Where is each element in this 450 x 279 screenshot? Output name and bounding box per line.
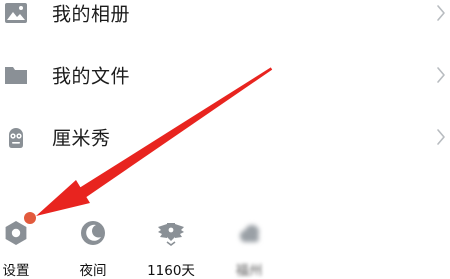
wings-badge-icon xyxy=(158,223,184,246)
settings-button[interactable]: 设置 xyxy=(0,212,46,279)
menu-item-label: 我的文件 xyxy=(52,65,131,88)
days-label: 1160天 xyxy=(147,263,195,279)
menu-item-label: 厘米秀 xyxy=(52,127,111,150)
moon-icon xyxy=(81,221,105,245)
settings-label: 设置 xyxy=(2,263,30,279)
notification-dot xyxy=(24,212,36,224)
menu-item-album[interactable]: 我的相册 xyxy=(0,0,450,43)
weather-label: 福州 xyxy=(235,263,263,279)
image-icon xyxy=(5,3,27,23)
night-mode-label: 夜间 xyxy=(79,263,107,279)
bottom-toolbar: 设置 夜间 1160天 福州 xyxy=(0,212,450,279)
menu-item-label: 我的相册 xyxy=(52,3,131,26)
days-badge-button[interactable]: 1160天 xyxy=(141,212,201,279)
menu-item-files[interactable]: 我的文件 xyxy=(0,45,450,105)
chevron-right-icon xyxy=(437,67,445,83)
menu-item-qq-show[interactable]: 厘米秀 xyxy=(0,107,450,167)
qq-show-icon xyxy=(9,128,23,148)
chevron-right-icon xyxy=(437,5,445,21)
weather-icon xyxy=(240,225,259,242)
folder-icon xyxy=(5,67,27,84)
chevron-right-icon xyxy=(437,129,445,145)
night-mode-button[interactable]: 夜间 xyxy=(63,212,123,279)
weather-button[interactable]: 福州 xyxy=(219,212,279,279)
